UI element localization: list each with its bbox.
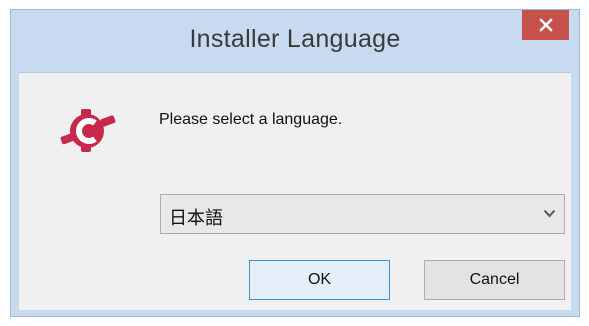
- chevron-down-icon: [543, 209, 556, 218]
- title-bar: Installer Language: [11, 10, 579, 72]
- language-select[interactable]: 日本語: [160, 194, 565, 234]
- cancel-button[interactable]: Cancel: [424, 260, 565, 300]
- ok-button[interactable]: OK: [249, 260, 390, 300]
- installer-logo-icon: [60, 109, 116, 152]
- dialog-body: Please select a language. 日本語 OK Cancel: [19, 72, 571, 310]
- language-select-value: 日本語: [169, 208, 223, 229]
- window-title: Installer Language: [189, 25, 401, 53]
- language-prompt: Please select a language.: [159, 111, 343, 128]
- installer-language-dialog: Installer Language Please select a langu…: [10, 9, 580, 317]
- close-button[interactable]: [522, 10, 569, 40]
- close-icon: [538, 18, 553, 32]
